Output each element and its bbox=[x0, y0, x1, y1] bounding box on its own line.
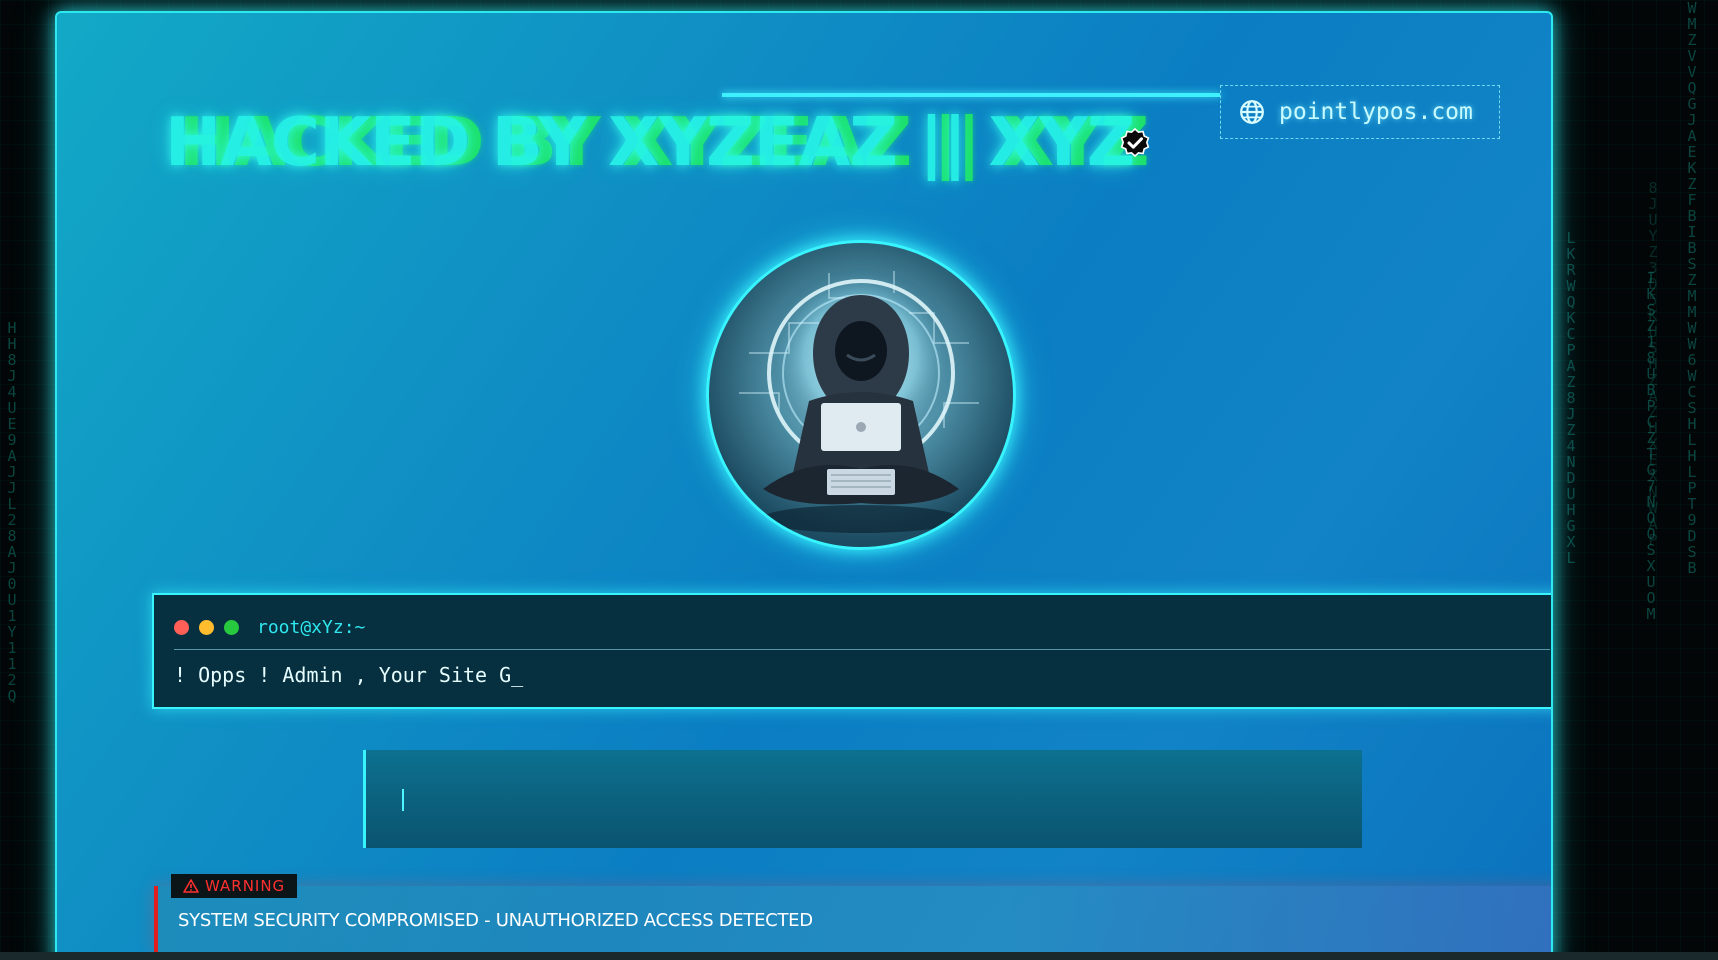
warning-triangle-icon bbox=[183, 879, 199, 893]
terminal-divider bbox=[174, 649, 1550, 650]
matrix-column: IKSZ18UBPCZTG7NOOSXUOM bbox=[1646, 269, 1656, 623]
page-background: HH8J4UE9AJJL28AJ0U1Y112Q LKRWQKCPAZ8JZ4N… bbox=[0, 0, 1718, 960]
domain-badge[interactable]: pointlypos.com bbox=[1220, 85, 1500, 139]
minimize-dot-icon[interactable] bbox=[199, 620, 214, 635]
hooded-hacker-illustration bbox=[739, 268, 979, 533]
main-panel: HACKED BY XYZEAZ || XYZ HACKED BY XYZEAZ… bbox=[55, 11, 1553, 960]
avatar bbox=[706, 240, 1016, 550]
page-title: HACKED BY XYZEAZ || XYZ HACKED BY XYZEAZ… bbox=[165, 91, 1220, 181]
warning-tag-label: WARNING bbox=[205, 877, 286, 895]
text-caret bbox=[402, 789, 404, 811]
terminal-prompt: root@xYz:~ bbox=[257, 617, 366, 638]
alert-message: SYSTEM SECURITY COMPROMISED - UNAUTHORIZ… bbox=[178, 910, 813, 931]
terminal-window: root@xYz:~ ! Opps ! Admin , Your Site G_ bbox=[152, 593, 1551, 709]
verified-check-icon bbox=[1120, 128, 1150, 158]
matrix-column: HH8J4UE9AJJL28AJ0U1Y112Q bbox=[7, 319, 17, 705]
maximize-dot-icon[interactable] bbox=[224, 620, 239, 635]
security-alert-banner: SYSTEM SECURITY COMPROMISED - UNAUTHORIZ… bbox=[154, 886, 1551, 952]
message-input[interactable] bbox=[363, 750, 1362, 848]
warning-tag: WARNING bbox=[171, 874, 298, 898]
matrix-column: WMZVVQGJAEKZFBIBSZMMWW6WCSHLHLPT9DSB bbox=[1687, 0, 1697, 577]
title-text: HACKED BY XYZEAZ || XYZ bbox=[165, 103, 1135, 181]
matrix-column: LKRWQKCPAZ8JZ4NDUHGXL bbox=[1566, 229, 1576, 567]
title-glitch-bar bbox=[722, 93, 1220, 97]
globe-icon bbox=[1240, 100, 1264, 124]
bottom-edge bbox=[0, 952, 1718, 960]
terminal-header: root@xYz:~ bbox=[174, 617, 365, 638]
terminal-output: ! Opps ! Admin , Your Site G_ bbox=[174, 663, 524, 687]
domain-text: pointlypos.com bbox=[1279, 99, 1473, 125]
close-dot-icon[interactable] bbox=[174, 620, 189, 635]
